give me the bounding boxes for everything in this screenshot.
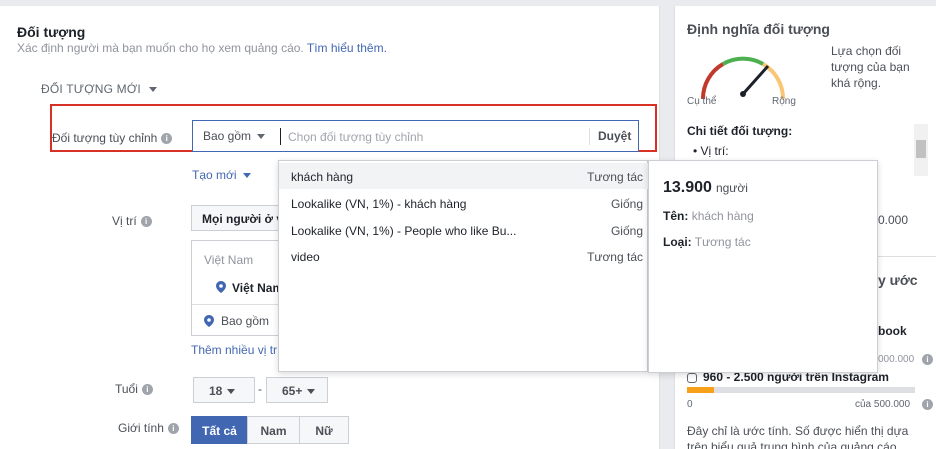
info-icon[interactable]: i [140,216,152,228]
gender-female-button[interactable]: Nữ [299,416,349,444]
panel-title: Định nghĩa đối tượng [687,21,830,37]
gender-label: Giới tính i [118,421,179,435]
audience-name: Tên: khách hàng [663,209,754,223]
audience-size-unit: người [715,181,748,195]
gender-label-text: Giới tính [118,421,164,435]
audience-details-location: • Vị trí: [693,144,729,158]
location-pin-icon [216,281,226,293]
suggestion-name: khách hàng [291,170,354,184]
suggestion-type: Giống [610,224,643,238]
section-title: Đối tượng [17,24,86,40]
age-min-value: 18 [209,384,223,398]
age-label-text: Tuổi [115,382,138,396]
instagram-icon [687,372,697,383]
potential-reach-count: 0.000 [878,213,909,227]
chevron-down-icon [257,134,266,140]
location-label: Vị trí i [112,214,152,228]
suggestion-item[interactable]: Lookalike (VN, 1%) - People who like Bu.… [279,217,649,243]
info-icon[interactable]: i [167,423,179,435]
age-min-select[interactable]: 18 [193,377,255,403]
suggestion-name: video [291,250,320,264]
text-cursor [280,128,281,145]
section-subtitle: Xác định người mà bạn muốn cho họ xem qu… [17,41,387,55]
suggestion-type: Tương tác [587,170,643,184]
info-icon[interactable]: i [922,399,933,410]
chevron-down-icon [227,389,236,395]
facebook-reach-max: 000.000 [878,354,915,365]
location-country-header: Việt Nam [204,253,254,267]
location-include-dropdown[interactable]: Bao gồm [221,314,269,328]
include-exclude-dropdown[interactable]: Bao gồm [203,129,266,143]
location-people-select[interactable]: Mọi người ở v [191,205,281,231]
audience-size-gauge [700,56,786,100]
info-icon[interactable]: i [922,354,933,365]
custom-audience-label-text: Đối tượng tùy chỉnh [52,131,158,145]
suggestion-item[interactable]: khách hàng Tương tác [279,163,649,189]
new-audience-dropdown[interactable]: ĐỐI TƯỢNG MỚI [41,82,157,96]
age-max-value: 65+ [282,384,303,398]
custom-audience-label: Đối tượng tùy chỉnh i [52,131,173,145]
age-range-separator: - [258,382,262,396]
age-max-select[interactable]: 65+ [266,377,328,403]
age-label: Tuổi i [115,382,153,396]
reach-bar-min: 0 [687,399,693,410]
details-scrollbar[interactable] [914,124,928,176]
custom-audience-input[interactable] [288,127,584,147]
gauge-specific-label: Cụ thể [687,96,717,107]
facebook-reach-label: book [878,324,907,338]
gender-toggle-group: Tất cả Nam Nữ [191,416,349,444]
location-pin-icon [204,315,214,327]
location-selected-country[interactable]: Việt Nam [232,281,283,295]
chevron-down-icon [307,389,316,395]
audience-breadth-description: Lựa chọn đối tượng của bạn khá rộng. [831,44,910,90]
audience-size-value: 13.900 [663,179,712,196]
include-label: Bao gồm [203,129,252,143]
audience-name-label: Tên: [663,209,689,223]
gender-male-button[interactable]: Nam [247,416,300,444]
browse-button[interactable]: Duyệt [598,129,631,143]
create-new-dropdown[interactable]: Tạo mới [192,168,251,182]
suggestion-name: Lookalike (VN, 1%) - khách hàng [291,197,467,211]
location-label-text: Vị trí [112,214,137,228]
learn-more-link[interactable]: Tìm hiểu thêm. [307,41,387,55]
reach-bar-max: của 500.000 [855,399,911,410]
section-subtitle-text: Xác định người mà bạn muốn cho họ xem qu… [17,41,304,55]
gauge-broad-label: Rộng [772,96,796,107]
estimate-disclaimer: Đây chỉ là ước tính. Số được hiển thị dự… [687,424,909,449]
gender-all-button[interactable]: Tất cả [191,416,248,444]
audience-name-value: khách hàng [691,209,754,223]
custom-audience-field: Bao gồm Duyệt [192,120,639,152]
suggestion-type: Giống [610,197,643,211]
audience-details-title: Chi tiết đối tượng: [687,124,793,138]
audience-type-value: Tương tác [694,235,751,249]
location-list: Việt Nam Việt Nam Bao gồm [191,240,283,336]
instagram-reach-bar-fill [687,387,715,393]
new-audience-label: ĐỐI TƯỢNG MỚI [41,82,141,96]
info-icon[interactable]: i [141,384,153,396]
estimated-reach-heading: y ước [878,272,918,288]
audience-hover-card: 13.900 người Tên: khách hàng Loại: Tương … [648,160,878,373]
suggestion-type: Tương tác [587,250,643,264]
scrollbar-thumb[interactable] [916,140,926,158]
chevron-down-icon [148,87,157,93]
divider [589,128,590,145]
audience-size: 13.900 người [663,179,748,197]
audience-details-location-text: Vị trí: [700,144,729,158]
divider [192,304,281,305]
add-more-locations-link[interactable]: Thêm nhiều vị tr [191,343,277,357]
ads-manager-page: Đối tượng Xác định người mà bạn muốn cho… [0,0,936,449]
suggestion-item[interactable]: video Tương tác [279,243,649,269]
audience-type: Loại: Tương tác [663,235,751,249]
audience-type-label: Loại: [663,235,692,249]
suggestion-name: Lookalike (VN, 1%) - People who like Bu.… [291,224,517,238]
create-new-label: Tạo mới [192,168,237,182]
info-icon[interactable]: i [161,133,173,145]
chevron-down-icon [242,173,251,179]
instagram-reach-bar [687,387,915,393]
custom-audience-suggestions: khách hàng Tương tác Lookalike (VN, 1%) … [278,160,649,372]
suggestion-item[interactable]: Lookalike (VN, 1%) - khách hàng Giống [279,190,649,216]
